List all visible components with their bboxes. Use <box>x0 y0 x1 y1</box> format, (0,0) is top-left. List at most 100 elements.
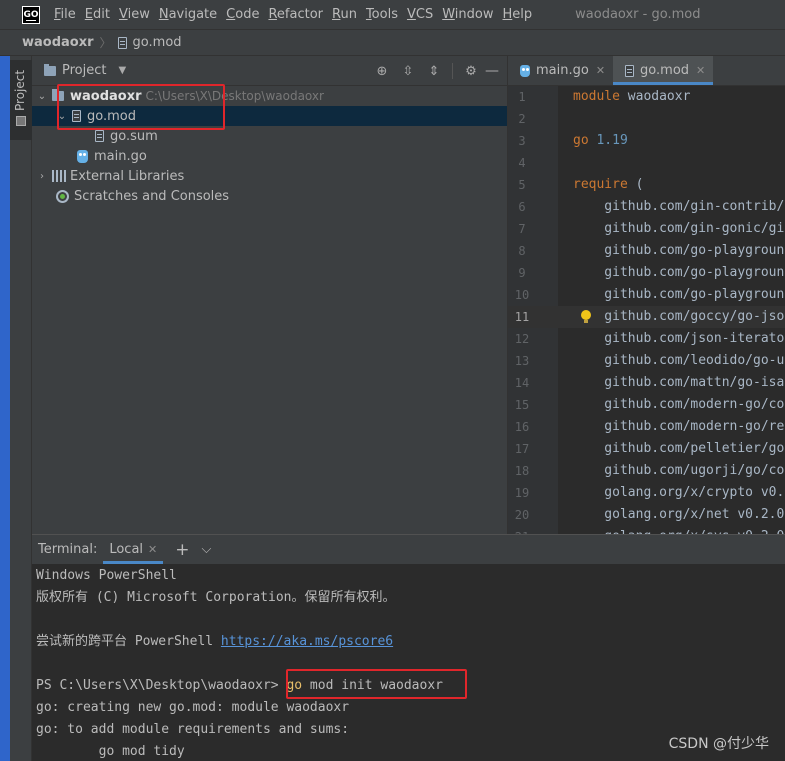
code-line: 15 github.com/modern-go/co <box>508 394 785 416</box>
code-content: github.com/go-playgroun <box>573 243 785 258</box>
code-line: 3 go 1.19 <box>508 130 785 152</box>
code-text: golang.org/x/net v0.2.0 <box>573 504 784 526</box>
tab-go-mod[interactable]: go.mod ✕ <box>613 56 714 85</box>
terminal-line: Windows PowerShell <box>36 568 177 583</box>
menu-mnemonic: C <box>226 7 236 22</box>
file-icon <box>95 130 104 142</box>
menu-item[interactable]: Window <box>442 7 493 22</box>
tool-window-stripe: Project <box>10 56 32 761</box>
code-line: 5 require ( <box>508 174 785 196</box>
locate-file-icon[interactable]: ⊕ <box>374 63 390 79</box>
code-line: 6 github.com/gin-contrib/ <box>508 196 785 218</box>
left-accent-stripe <box>0 56 10 761</box>
code-text: github.com/leodido/go-u <box>573 350 784 372</box>
code-text: github.com/go-playgroun <box>573 284 784 306</box>
pscore-link[interactable]: https://aka.ms/pscore6 <box>221 634 393 649</box>
menu-item[interactable]: Help <box>503 7 533 22</box>
terminal-line: 尝试新的跨平台 PowerShell https://aka.ms/pscore… <box>36 631 785 653</box>
menu-item[interactable]: Navigate <box>159 7 217 22</box>
menu-item[interactable]: File <box>54 7 76 22</box>
tree-item-scratches[interactable]: Scratches and Consoles <box>32 186 507 206</box>
code-text: github.com/mattn/go-isa <box>573 372 784 394</box>
line-number: 6 <box>518 200 526 214</box>
editor-tab-bar: main.go ✕ go.mod ✕ <box>508 56 785 86</box>
menu-item[interactable]: Tools <box>366 7 398 22</box>
watermark: CSDN @付少华 <box>668 736 769 752</box>
project-tool-window-button[interactable]: Project <box>10 60 32 140</box>
line-number: 12 <box>514 332 530 346</box>
code-lines: 1 module waodaoxr 2 3 go 1.19 4 5 require (6 gi… <box>508 86 785 534</box>
code-content: github.com/ugorji/go/co <box>573 463 785 478</box>
expand-all-icon[interactable]: ⇳ <box>400 63 416 79</box>
code-text: module waodaoxr <box>573 86 690 108</box>
terminal-line: 版权所有 (C) Microsoft Corporation。保留所有权利。 <box>36 590 396 605</box>
line-number: 10 <box>514 288 530 302</box>
terminal-output[interactable]: Windows PowerShell 版权所有 (C) Microsoft Co… <box>32 564 785 761</box>
project-view-selector[interactable]: Project <box>62 63 106 78</box>
code-line: 11 github.com/goccy/go-jso <box>508 306 785 328</box>
menu-item[interactable]: VCS <box>407 7 433 22</box>
code-line: 14 github.com/mattn/go-isa <box>508 372 785 394</box>
close-icon[interactable]: ✕ <box>148 543 157 556</box>
go-file-icon <box>520 64 530 77</box>
breadcrumb: waodaoxr 〉 go.mod <box>0 29 785 56</box>
go-file-icon <box>77 149 88 163</box>
minimize-icon[interactable]: — <box>485 63 499 79</box>
line-number: 14 <box>514 376 530 390</box>
code-editor[interactable]: 1 module waodaoxr 2 3 go 1.19 4 5 require (6 gi… <box>508 86 785 534</box>
menu-item[interactable]: Refactor <box>268 7 323 22</box>
line-number: 18 <box>514 464 530 478</box>
menu-mnemonic: H <box>502 7 513 22</box>
code-text: golang.org/x/sys v0.2.0 <box>573 526 784 534</box>
window-title: waodaoxr - go.mod <box>575 7 701 22</box>
terminal-tab-label: Local <box>109 542 144 557</box>
code-content: github.com/mattn/go-isa <box>573 375 785 390</box>
tree-item-label: Scratches and Consoles <box>74 188 230 204</box>
plus-icon[interactable]: + <box>175 540 189 560</box>
code-line: 10 github.com/go-playgroun <box>508 284 785 306</box>
menu-mnemonic: E <box>84 7 93 22</box>
collapse-all-icon[interactable]: ⇕ <box>426 63 442 79</box>
tab-main-go[interactable]: main.go ✕ <box>508 56 613 85</box>
line-number: 21 <box>512 526 532 534</box>
menu-item[interactable]: Code <box>226 7 259 22</box>
chevron-down-icon[interactable]: ⌄ <box>36 91 48 102</box>
breadcrumb-project[interactable]: waodaoxr <box>22 35 94 50</box>
code-content: github.com/goccy/go-jso <box>573 309 785 324</box>
menu-item[interactable]: Edit <box>85 7 110 22</box>
line-number: 2 <box>518 112 526 126</box>
line-number: 20 <box>514 508 530 522</box>
chevron-down-icon[interactable]: ⌵ <box>202 542 212 557</box>
project-panel-header: Project ▼ ⊕ ⇳ ⇕ ⚙ — <box>32 56 507 86</box>
menu-item[interactable]: Run <box>332 7 357 22</box>
code-line: 20 golang.org/x/net v0.2.0 <box>508 504 785 526</box>
lightbulb-icon[interactable] <box>581 310 591 323</box>
project-panel: Project ▼ ⊕ ⇳ ⇕ ⚙ — ⌄ waodaoxr C:\Users\… <box>32 56 507 534</box>
code-line: 19 golang.org/x/crypto v0. <box>508 482 785 504</box>
menu-item[interactable]: View <box>119 7 150 22</box>
menu-label: ode <box>235 7 260 22</box>
close-icon[interactable]: ✕ <box>596 64 605 77</box>
chevron-right-icon[interactable]: › <box>36 171 48 182</box>
menu-label: ile <box>60 7 76 22</box>
code-content: github.com/go-playgroun <box>573 265 785 280</box>
menu-label: indow <box>454 7 494 22</box>
close-icon[interactable]: ✕ <box>696 64 705 77</box>
breadcrumb-separator-icon: 〉 <box>99 36 112 50</box>
gear-icon[interactable]: ⚙ <box>463 63 479 79</box>
terminal-header: Terminal: Local ✕ + ⌵ <box>32 535 785 564</box>
highlight-box <box>286 669 467 699</box>
tree-item-external-libraries[interactable]: › External Libraries <box>32 166 507 186</box>
project-tree: ⌄ waodaoxr C:\Users\X\Desktop\waodaoxr ⌄… <box>32 84 507 206</box>
breadcrumb-file[interactable]: go.mod <box>117 35 182 50</box>
tree-item-label: main.go <box>94 148 147 164</box>
terminal-tab-local[interactable]: Local ✕ <box>103 535 164 564</box>
code-content: github.com/pelletier/go <box>573 441 785 456</box>
menu-mnemonic: W <box>442 7 455 22</box>
project-tool-window-label: Project <box>13 70 27 112</box>
chevron-down-icon[interactable]: ▼ <box>118 65 126 76</box>
code-text: github.com/go-playgroun <box>573 240 784 262</box>
tree-item-main-go[interactable]: main.go <box>32 146 507 166</box>
line-number: 9 <box>518 266 526 280</box>
